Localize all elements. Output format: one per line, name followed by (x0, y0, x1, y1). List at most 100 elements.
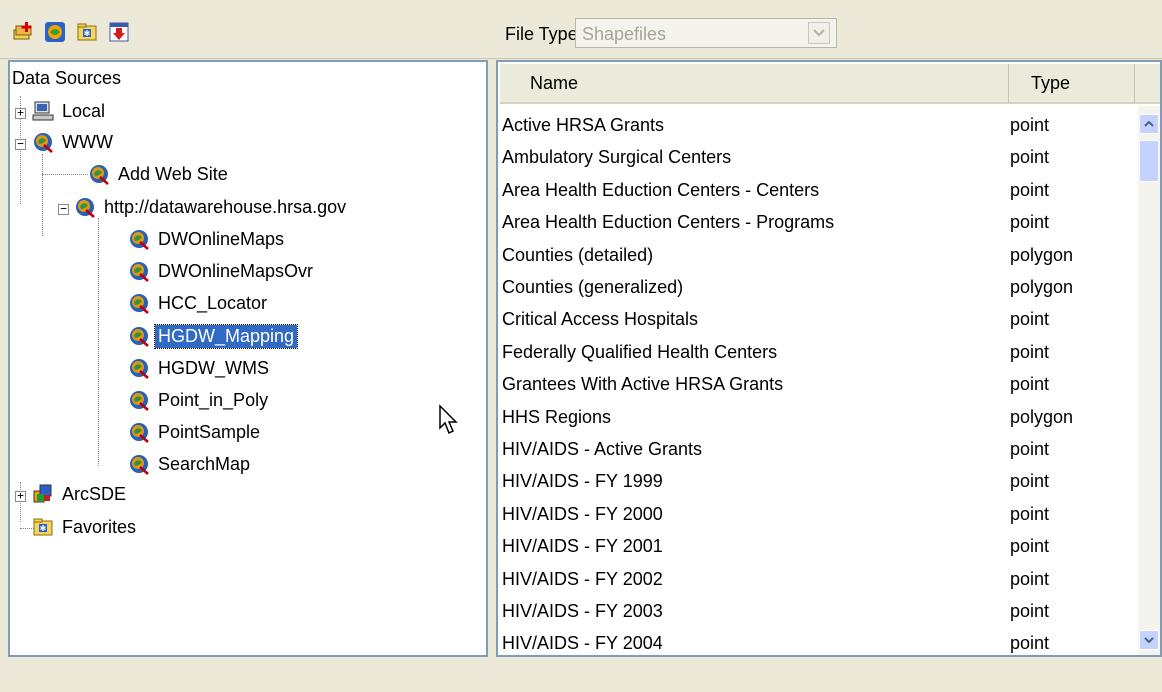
collapse-toggle-www[interactable]: − (15, 138, 26, 150)
scroll-down-button[interactable] (1139, 630, 1159, 650)
tree-node[interactable]: http://datawarehouse.hrsa.gov (74, 193, 349, 221)
cell-type: point (1010, 309, 1050, 330)
mouse-cursor-icon (438, 404, 460, 441)
tree-node-label: Local (62, 100, 106, 121)
table-row[interactable]: HIV/AIDS - FY 2002 point (502, 564, 1130, 595)
cell-name: HIV/AIDS - FY 2002 (502, 568, 663, 589)
dropdown-arrow-button[interactable] (808, 22, 830, 44)
layer-list[interactable]: Name Type Active HRSA Grants point Ambulat… (496, 60, 1162, 657)
table-row[interactable]: HIV/AIDS - FY 2004 point (502, 628, 1130, 655)
toolbar: ✱ File Type: Shapefiles (0, 6, 1162, 59)
scroll-up-button[interactable] (1139, 114, 1159, 134)
tree-node[interactable]: HCC_Locator (128, 289, 270, 317)
tree-connector (20, 482, 21, 522)
column-header-filler (1135, 64, 1160, 104)
tree-node[interactable]: DWOnlineMapsOvr (128, 257, 316, 285)
table-row[interactable]: HIV/AIDS - FY 2001 point (502, 531, 1130, 562)
chevron-down-icon (1144, 637, 1154, 643)
tree-node[interactable]: ArcSDE (32, 480, 129, 508)
data-sources-tree[interactable]: Data Sources + − − + Local WWW Add Web Sit… (8, 60, 488, 657)
table-row[interactable]: HIV/AIDS - Active Grants point (502, 434, 1130, 465)
table-row[interactable]: Counties (detailed) polygon (502, 240, 1130, 271)
tree-node-label: DWOnlineMapsOvr (158, 260, 314, 281)
cell-name: Federally Qualified Health Centers (502, 341, 778, 362)
collapse-toggle-hrsa[interactable]: − (58, 203, 69, 215)
cell-name: HIV/AIDS - FY 2001 (502, 536, 663, 557)
cell-type: polygon (1010, 244, 1074, 265)
globe-icon (128, 421, 150, 443)
table-row[interactable]: Active HRSA Grants point (502, 110, 1130, 141)
tree-node[interactable]: DWOnlineMaps (128, 225, 287, 253)
table-row[interactable]: HIV/AIDS - FY 2003 point (502, 596, 1130, 627)
add-layer-icon (13, 22, 32, 40)
cell-name: Area Health Eduction Centers - Centers (502, 179, 820, 200)
tree-node-label: HGDW_Mapping (153, 323, 299, 349)
cell-type: point (1010, 471, 1050, 492)
globe-icon (128, 389, 150, 411)
table-row[interactable]: HIV/AIDS - FY 1999 point (502, 466, 1130, 497)
tree-node[interactable]: HGDW_Mapping (128, 322, 299, 350)
file-type-select[interactable]: Shapefiles (575, 18, 837, 48)
tree-node-label: Point_in_Poly (158, 389, 269, 410)
table-row[interactable]: Critical Access Hospitals point (502, 304, 1130, 335)
table-row[interactable]: Area Health Eduction Centers - Centers po… (502, 175, 1130, 206)
chevron-up-icon (1144, 121, 1154, 127)
expand-toggle-arcsde[interactable]: + (15, 490, 26, 502)
cell-name: HIV/AIDS - Active Grants (502, 439, 703, 459)
tree-node[interactable]: Add Web Site (88, 160, 231, 188)
tree-node[interactable]: Local (32, 97, 108, 125)
cell-name: HIV/AIDS - FY 1999 (502, 471, 663, 492)
download-arrow-icon (109, 22, 129, 42)
cell-type: point (1010, 568, 1050, 589)
globe-icon (45, 22, 65, 42)
cell-type: point (1010, 633, 1050, 654)
globe-icon (128, 292, 150, 314)
cell-name: Active HRSA Grants (502, 115, 665, 135)
globe-icon (128, 228, 150, 250)
column-header-type[interactable]: Type (1009, 64, 1135, 104)
table-row[interactable]: Counties (generalized) polygon (502, 272, 1130, 303)
table-row[interactable]: Grantees With Active HRSA Grants point (502, 369, 1130, 400)
tree-node-label: HCC_Locator (158, 292, 268, 313)
tree-connector (98, 218, 99, 466)
tree-node-label: PointSample (158, 421, 261, 442)
scroll-thumb[interactable] (1139, 140, 1159, 182)
tree-node-label: SearchMap (158, 453, 251, 474)
cell-name: Counties (generalized) (502, 277, 684, 297)
globe-icon (128, 357, 150, 379)
favorite-folder-icon: ✱ (32, 516, 54, 538)
table-row[interactable]: Ambulatory Surgical Centers point (502, 142, 1130, 173)
tree-node[interactable]: Point_in_Poly (128, 386, 271, 414)
add-data-button[interactable] (10, 19, 36, 45)
cell-name: HIV/AIDS - FY 2000 (502, 503, 663, 524)
tree-node[interactable]: WWW (32, 128, 116, 156)
globe-icon (32, 131, 54, 153)
tree-node[interactable]: SearchMap (128, 450, 253, 478)
add-favorite-button[interactable]: ✱ (74, 19, 100, 45)
table-row[interactable]: Federally Qualified Health Centers point (502, 337, 1130, 368)
cell-type: point (1010, 179, 1050, 200)
table-row[interactable]: Area Health Eduction Centers - Programs p… (502, 207, 1130, 238)
svg-text:✱: ✱ (40, 524, 47, 533)
vertical-scrollbar[interactable] (1138, 106, 1160, 655)
expand-toggle-local[interactable]: + (15, 107, 26, 119)
tree-connector (42, 154, 43, 236)
table-row[interactable]: HHS Regions polygon (502, 402, 1130, 433)
column-header-name[interactable]: Name (500, 64, 1009, 104)
globe-icon (128, 325, 150, 347)
tree-node-label: Add Web Site (118, 163, 228, 184)
cell-type: point (1010, 601, 1050, 621)
cell-name: HHS Regions (502, 406, 612, 427)
tree-node-label: DWOnlineMaps (158, 228, 285, 249)
tree-node[interactable]: PointSample (128, 418, 263, 446)
svg-text:✱: ✱ (84, 29, 91, 38)
status-bar (0, 660, 1162, 692)
table-row[interactable]: HIV/AIDS - FY 2000 point (502, 499, 1130, 530)
cell-type: point (1010, 212, 1050, 233)
cell-type: point (1010, 439, 1050, 459)
tree-node[interactable]: HGDW_WMS (128, 354, 272, 382)
tree-node[interactable]: ✱ Favorites (32, 513, 139, 541)
internet-button[interactable] (42, 19, 68, 45)
chevron-down-icon (813, 29, 825, 37)
export-button[interactable] (106, 19, 132, 45)
